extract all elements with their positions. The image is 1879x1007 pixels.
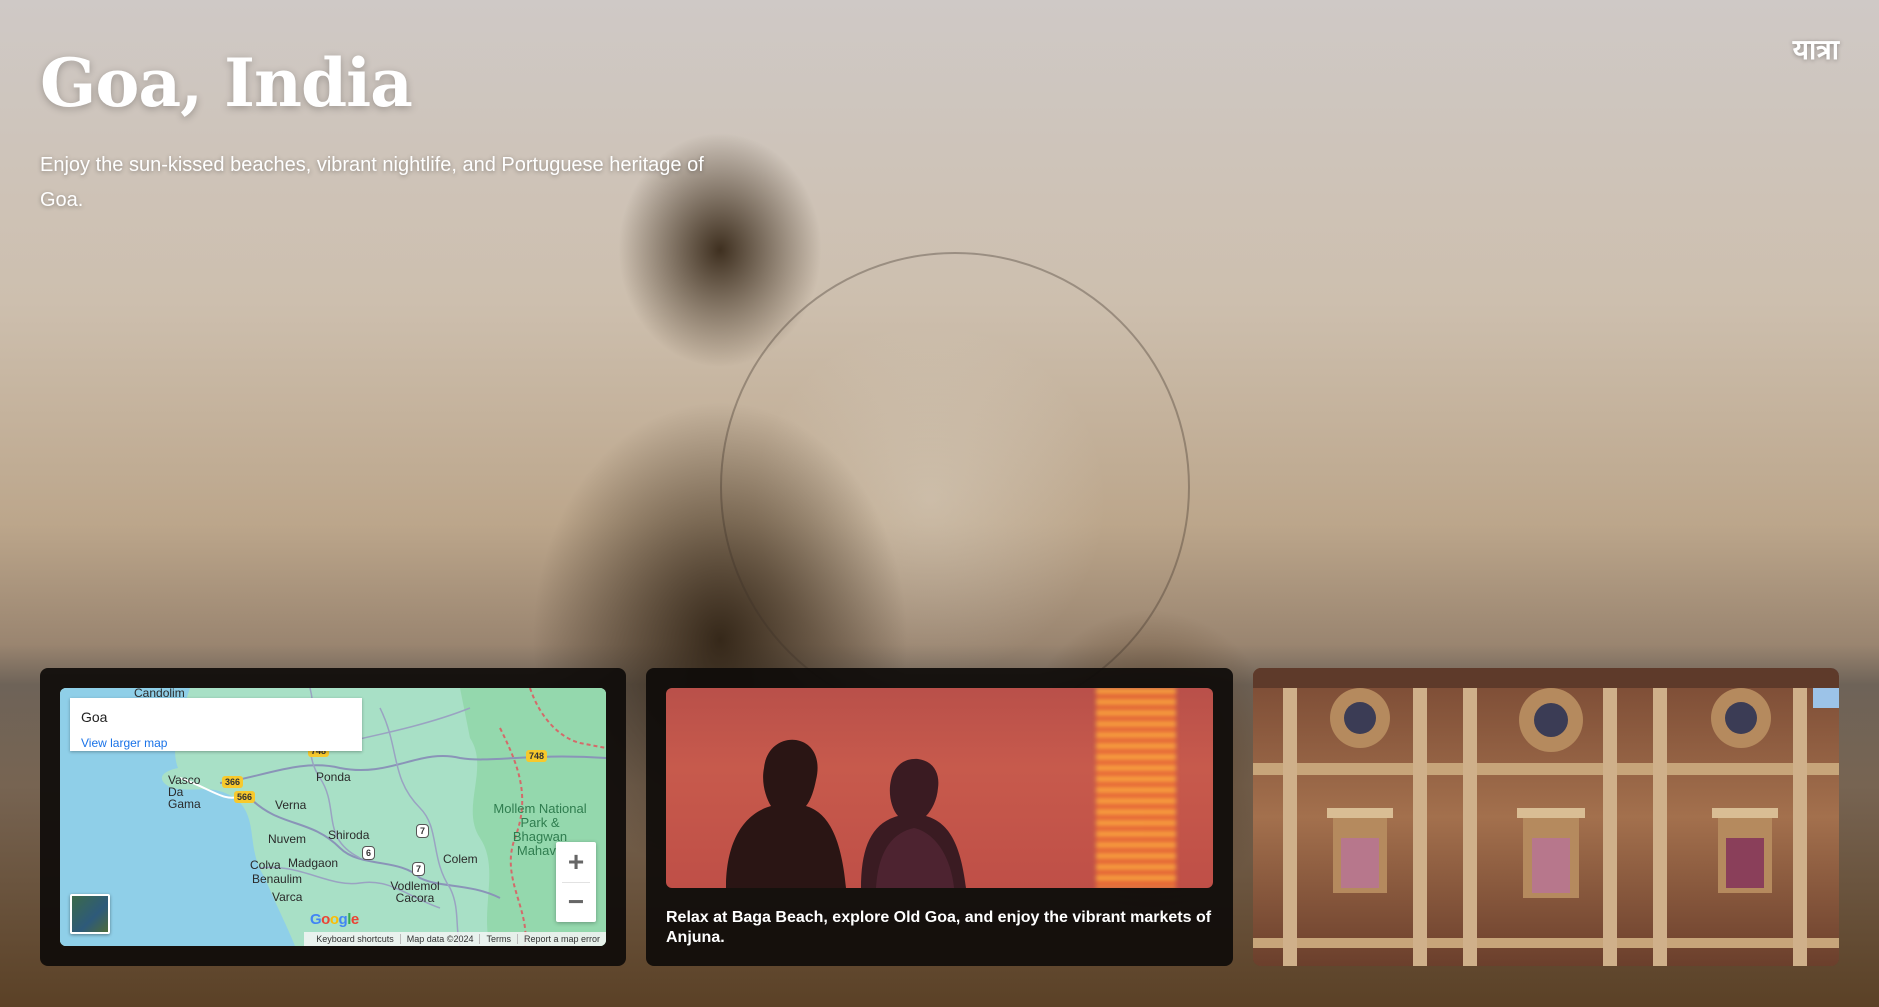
map-place-label: Ponda <box>316 770 351 784</box>
road-shield: 748 <box>526 750 548 762</box>
map-place-label: Benaulim <box>252 872 303 886</box>
road-shield: 6 <box>362 846 376 860</box>
map-zoom-controls: + − <box>556 842 596 922</box>
road-shield: 366 <box>222 776 244 788</box>
page-title: Goa, India <box>40 44 413 122</box>
embedded-map[interactable]: Candolim Vasco Da Gama Ponda Verna Nuvem… <box>60 688 606 946</box>
hero-image-flare <box>720 252 1190 722</box>
map-place-label: Shiroda <box>328 828 370 842</box>
zoom-out-button[interactable]: − <box>556 882 596 922</box>
report-map-error-link[interactable]: Report a map error <box>516 934 606 944</box>
zoom-in-button[interactable]: + <box>556 842 596 882</box>
terms-link[interactable]: Terms <box>479 934 517 944</box>
sunset-caption: Relax at Baga Beach, explore Old Goa, an… <box>666 909 1212 946</box>
map-card: Candolim Vasco Da Gama Ponda Verna Nuvem… <box>40 668 626 966</box>
map-place-label: Colem <box>443 852 478 866</box>
view-larger-map-link[interactable]: View larger map <box>81 736 167 750</box>
church-card <box>1253 668 1839 966</box>
map-place-label: Madgaon <box>288 856 339 870</box>
map-place-label: Vasco Da Gama <box>168 773 201 811</box>
map-place-label: Nuvem <box>268 832 307 846</box>
map-layer-toggle[interactable] <box>70 894 110 934</box>
map-attribution-bar: Keyboard shortcuts Map data ©2024 Terms … <box>304 932 606 946</box>
church-facade <box>1253 668 1839 966</box>
road-shield: 566 <box>234 791 256 803</box>
zoom-divider <box>562 882 590 883</box>
page-subtitle: Enjoy the sun-kissed beaches, vibrant ni… <box>40 154 704 211</box>
map-place-label: Verna <box>275 798 307 812</box>
map-place-label: Colva <box>250 858 281 872</box>
map-place-title: Goa <box>81 709 108 725</box>
brand-logo[interactable]: यात्रा <box>1793 30 1839 68</box>
road-shield: 7 <box>416 824 430 838</box>
map-place-label: Varca <box>272 890 303 904</box>
church-facade-image <box>1253 668 1839 966</box>
map-place-label: Vodlemol Cacora <box>390 879 440 905</box>
road-shield: 7 <box>412 862 426 876</box>
map-data-text: Map data ©2024 <box>399 934 480 944</box>
keyboard-shortcuts-link[interactable]: Keyboard shortcuts <box>310 934 400 944</box>
silhouettes <box>726 739 966 888</box>
sunset-card: Relax at Baga Beach, explore Old Goa, an… <box>646 668 1233 966</box>
sunset-image <box>666 688 1213 888</box>
google-logo: Google <box>310 911 359 928</box>
map-info-box: Goa View larger map <box>70 698 362 751</box>
